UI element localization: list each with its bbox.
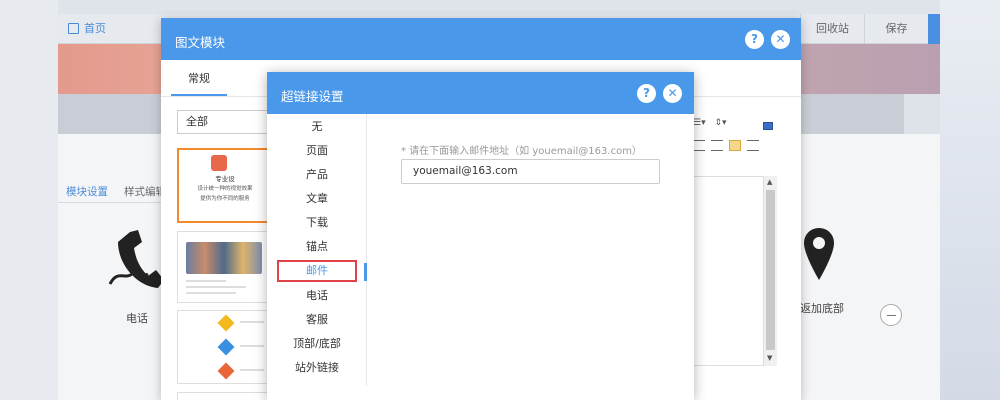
thumbnail-text: 设计统一种的视觉效果 [197, 186, 253, 192]
thumbnail-line [240, 369, 264, 371]
recycle-bin-button[interactable]: 回收站 [800, 14, 864, 44]
phone-module-label: 电话 [126, 312, 148, 325]
link-type-product[interactable]: 产品 [277, 164, 357, 186]
link-type-article[interactable]: 文章 [277, 188, 357, 210]
background-left-strip [0, 0, 58, 400]
template-thumbnail[interactable]: 专业设 设计统一种的视觉效果 提供为你不同的服务 [177, 148, 269, 223]
home-link[interactable]: 首页 [68, 20, 106, 36]
save-button[interactable]: 保存 [864, 14, 928, 44]
dialog-title: 超链接设置 [281, 89, 344, 104]
help-icon[interactable]: ? [745, 30, 764, 49]
diamond-icon [217, 338, 235, 356]
tab-divider [58, 202, 162, 203]
list-icon[interactable]: ☰▾ [693, 118, 706, 128]
category-select[interactable]: 全部 [177, 110, 269, 134]
home-label: 首页 [84, 22, 106, 35]
align-right-icon[interactable] [747, 139, 759, 151]
link-icon[interactable] [693, 139, 705, 151]
collapse-icon[interactable] [880, 304, 902, 326]
editor-align-toolbar [693, 138, 771, 152]
thumbnail-text: 提供为你不同的服务 [200, 196, 250, 202]
thumbnail-photo [186, 242, 262, 274]
template-thumbnail[interactable] [177, 231, 269, 303]
add-bottom-label: 返加底部 [800, 302, 844, 315]
link-type-download[interactable]: 下载 [277, 212, 357, 234]
edit-icon [211, 155, 227, 171]
email-input[interactable]: youemail@163.com [401, 159, 660, 184]
diamond-icon [217, 362, 235, 380]
help-icon[interactable]: ? [637, 84, 656, 103]
scroll-thumb[interactable] [766, 190, 775, 350]
template-thumbnail[interactable] [177, 310, 269, 384]
link-type-service[interactable]: 客服 [277, 309, 357, 331]
link-type-anchor[interactable]: 锚点 [277, 236, 357, 258]
scroll-down-icon[interactable]: ▼ [767, 354, 772, 362]
scroll-up-icon[interactable]: ▲ [767, 178, 772, 186]
home-icon [68, 22, 79, 34]
location-pin-icon[interactable] [804, 228, 834, 280]
topbar-accent [928, 14, 940, 44]
diamond-icon [217, 314, 235, 332]
link-type-top-bottom[interactable]: 顶部/底部 [277, 333, 357, 355]
background-right-strip [940, 0, 1000, 400]
thumbnail-line [186, 280, 226, 282]
tab-style-edit[interactable]: 样式编辑 [124, 184, 166, 199]
thumbnail-line [186, 286, 246, 288]
link-type-external[interactable]: 站外链接 [277, 357, 357, 379]
email-hint: * 请在下面输入邮件地址（如 youemail@163.com） [401, 146, 642, 157]
thumbnail-line [240, 345, 264, 347]
align-left-icon[interactable] [711, 139, 723, 151]
dialog-title: 图文模块 [175, 35, 226, 50]
template-thumbnail[interactable] [177, 392, 269, 400]
link-type-phone[interactable]: 电话 [277, 285, 357, 307]
link-type-email[interactable]: 邮件 [277, 260, 357, 282]
tab-general[interactable]: 常规 [171, 68, 227, 96]
banner-overlay-right [904, 94, 940, 134]
hyperlink-settings-dialog: 超链接设置 ? ✕ 无 页面 产品 文章 下载 锚点 邮件 电话 客服 顶部/底… [267, 72, 694, 400]
preview-icon[interactable] [763, 122, 773, 130]
thumbnail-heading: 专业设 [215, 175, 235, 183]
tab-module-settings[interactable]: 模块设置 [66, 184, 108, 199]
thumbnail-line [240, 321, 264, 323]
dialog-header [161, 18, 801, 60]
thumbnail-line [186, 292, 236, 294]
link-type-none[interactable]: 无 [277, 116, 357, 138]
align-center-icon[interactable] [729, 139, 741, 151]
phone-icon[interactable] [108, 228, 164, 292]
editor-scrollbar[interactable]: ▲ ▼ [763, 176, 777, 366]
close-icon[interactable]: ✕ [663, 84, 682, 103]
close-icon[interactable]: ✕ [771, 30, 790, 49]
active-indicator [364, 263, 367, 281]
link-type-page[interactable]: 页面 [277, 140, 357, 162]
line-height-icon[interactable]: ⇕▾ [714, 118, 726, 128]
